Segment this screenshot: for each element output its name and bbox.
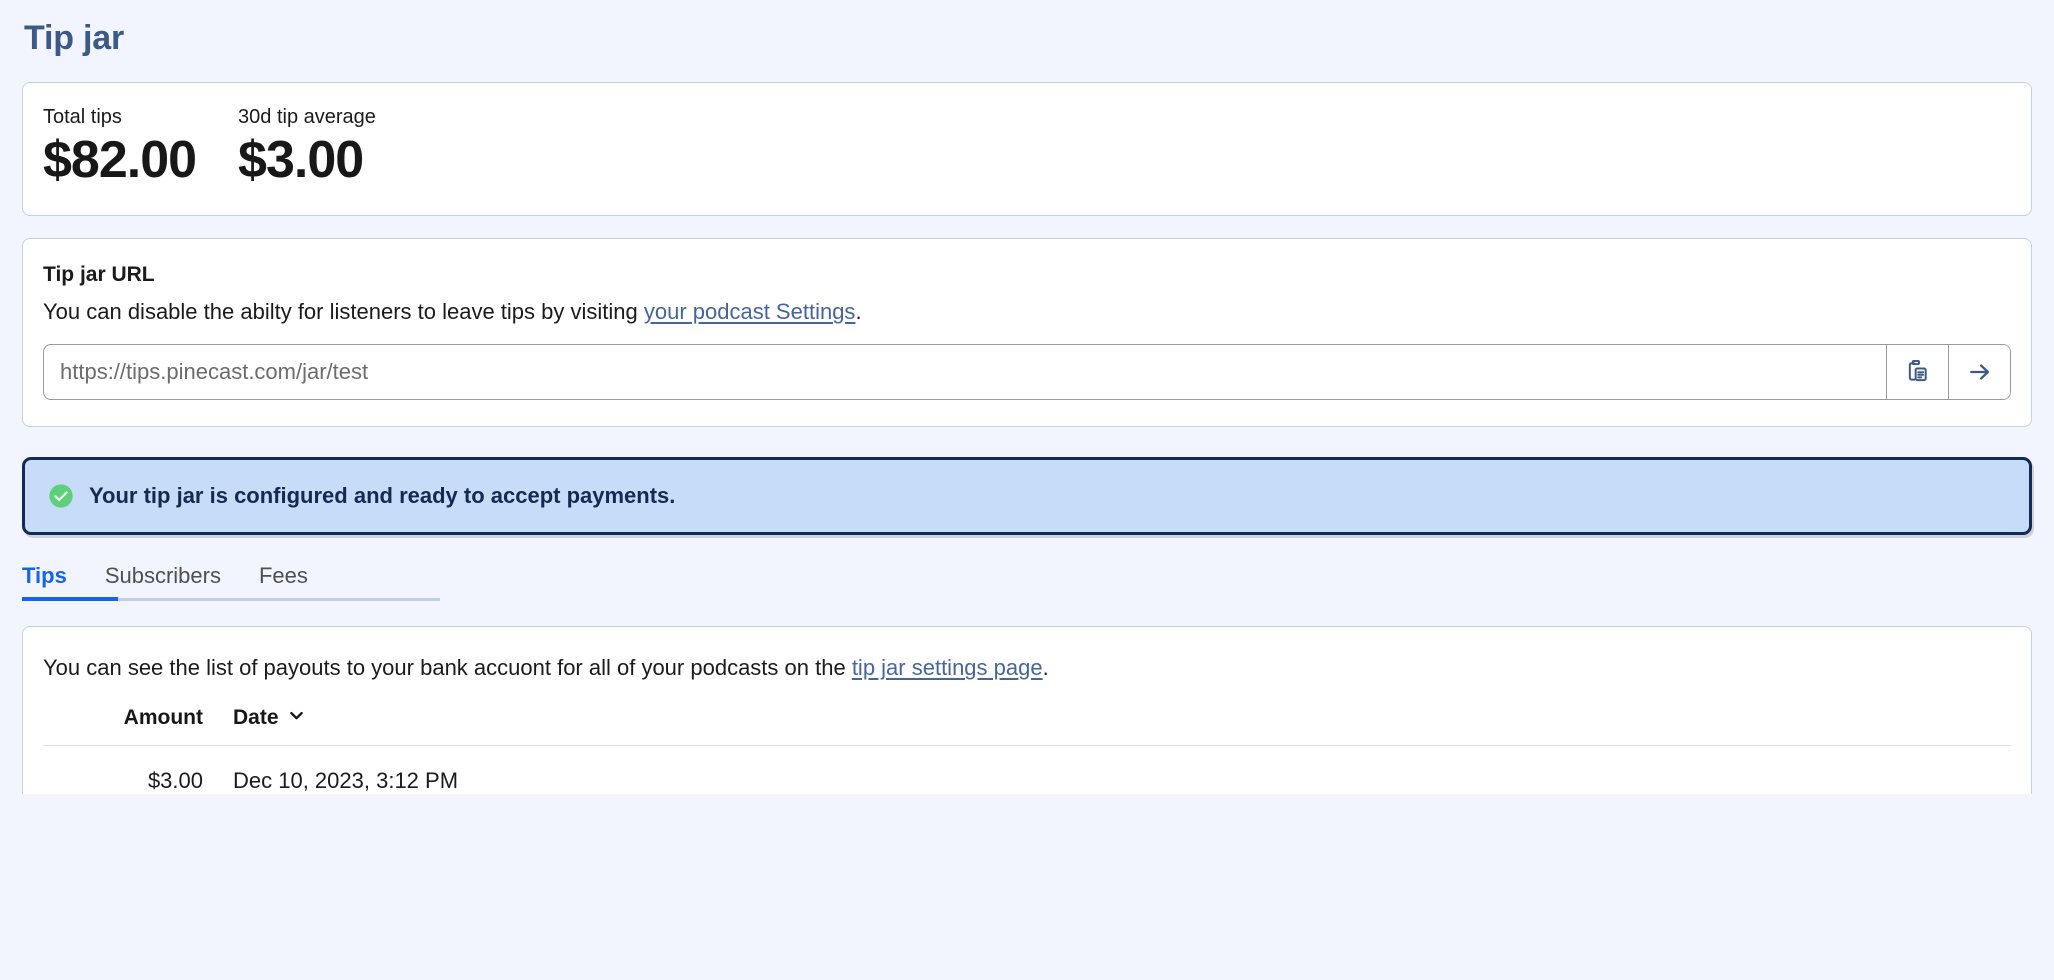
chevron-down-icon: [287, 706, 306, 731]
tab-fees[interactable]: Fees: [259, 563, 308, 601]
stat-30d-tip-average: 30d tip average $3.00: [238, 105, 418, 191]
tab-tips[interactable]: Tips: [22, 563, 67, 601]
tip-jar-url-description: You can disable the abilty for listeners…: [43, 296, 2011, 328]
tip-jar-page: Tip jar Total tips $82.00 30d tip averag…: [0, 0, 2054, 794]
tip-jar-url-card: Tip jar URL You can disable the abilty f…: [22, 237, 2032, 428]
cell-amount: $3.00: [147, 767, 203, 793]
tip-jar-url-field-group: [43, 344, 2011, 401]
cell-date: Dec 10, 2023, 3:12 PM: [233, 767, 459, 793]
page-title: Tip jar: [24, 19, 125, 57]
column-header-date[interactable]: Date: [203, 705, 2011, 746]
stat-label: 30d tip average: [238, 106, 376, 129]
table-header-row: Amount Date: [43, 705, 2011, 746]
tip-jar-status-banner: Your tip jar is configured and ready to …: [22, 457, 2032, 536]
tab-bar: Tips Subscribers Fees: [22, 563, 440, 602]
description-text-after: .: [855, 299, 862, 325]
payouts-description: You can see the list of payouts to your …: [43, 653, 2011, 684]
description-text-before: You can disable the abilty for listeners…: [43, 299, 644, 325]
arrow-right-icon: [1966, 358, 1994, 386]
payouts-text-after: .: [1042, 655, 1049, 681]
open-url-button[interactable]: [1948, 345, 2010, 400]
banner-message: Your tip jar is configured and ready to …: [89, 482, 676, 508]
tip-jar-url-heading: Tip jar URL: [43, 262, 155, 286]
payouts-card: You can see the list of payouts to your …: [22, 626, 2032, 794]
payouts-text-before: You can see the list of payouts to your …: [43, 655, 852, 681]
clipboard-copy-icon: [1904, 358, 1932, 386]
column-header-date-label: Date: [233, 706, 279, 730]
stat-value: $82.00: [43, 131, 197, 190]
active-tab-indicator: [22, 597, 118, 602]
stats-card: Total tips $82.00 30d tip average $3.00: [22, 82, 2032, 216]
table-row: $3.00 Dec 10, 2023, 3:12 PM: [43, 745, 2011, 794]
column-header-amount[interactable]: Amount: [43, 705, 203, 746]
tip-jar-settings-page-link[interactable]: tip jar settings page: [852, 655, 1043, 680]
tip-jar-url-input[interactable]: [44, 345, 1886, 400]
copy-url-button[interactable]: [1886, 345, 1948, 400]
payouts-table: Amount Date $3.00 Dec 10, 2023, 3:12 PM: [43, 705, 2011, 794]
stat-total-tips: Total tips $82.00: [43, 105, 238, 191]
stat-label: Total tips: [43, 106, 122, 129]
check-circle-icon: [47, 482, 75, 510]
tab-subscribers[interactable]: Subscribers: [105, 563, 221, 601]
stat-value: $3.00: [238, 131, 364, 190]
podcast-settings-link[interactable]: your podcast Settings: [644, 299, 856, 324]
